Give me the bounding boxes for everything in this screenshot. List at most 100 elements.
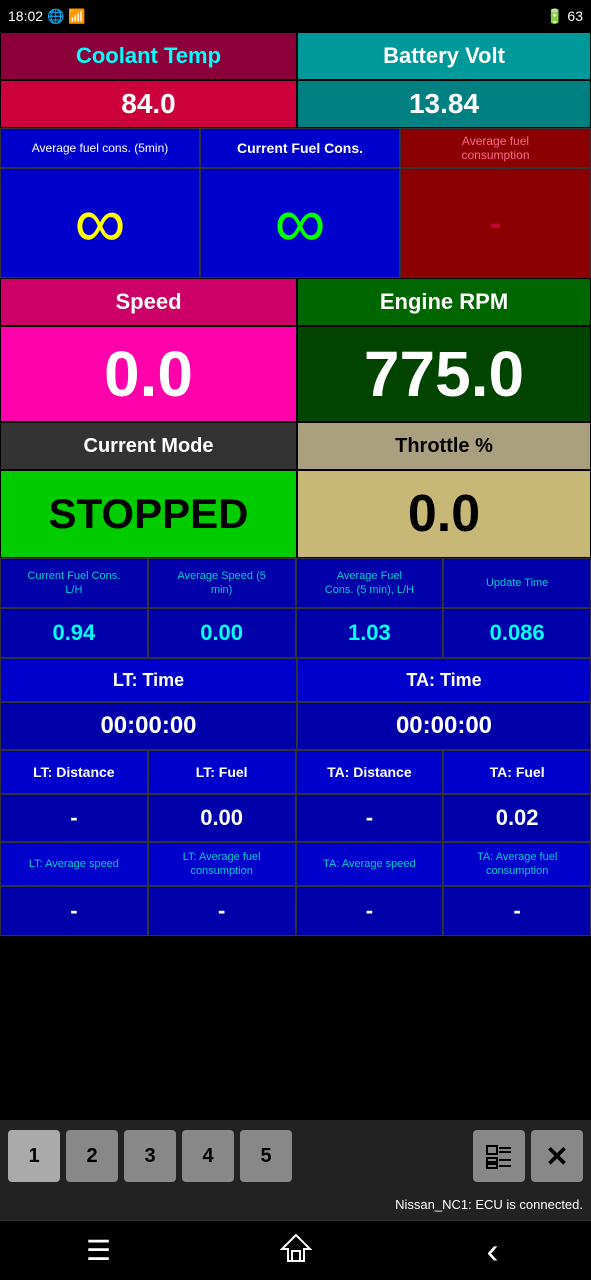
- nav-menu-button[interactable]: ☰: [69, 1229, 129, 1273]
- nav-home-button[interactable]: [266, 1229, 326, 1273]
- back-icon: ‹: [487, 1230, 499, 1272]
- nav-bar: ☰ ‹: [0, 1220, 591, 1280]
- menu-icon: ☰: [86, 1234, 111, 1267]
- avg-bottom-label-text-1: LT: Average fuelconsumption: [183, 850, 261, 879]
- close-button[interactable]: ✕: [531, 1130, 583, 1182]
- stat-value-3: 0.086: [490, 620, 545, 646]
- coolant-temp-label-cell: Coolant Temp: [0, 32, 297, 80]
- df-value-3: 0.02: [496, 805, 539, 831]
- avg-bottom-label-0: LT: Average speed: [0, 842, 148, 886]
- df-label-text-2: TA: Distance: [327, 764, 412, 780]
- nav-back-button[interactable]: ‹: [463, 1229, 523, 1273]
- mode-val-cell: STOPPED: [0, 470, 297, 558]
- stat-val-3: 0.086: [443, 608, 591, 658]
- status-left: 18:02 🌐 📶: [8, 8, 86, 25]
- df-val-2: -: [296, 794, 444, 842]
- ta-time-value: 00:00:00: [396, 712, 492, 740]
- home-icon: [280, 1231, 312, 1270]
- ta-time-label-cell: TA: Time: [297, 658, 591, 702]
- stat-label-text-0: Current Fuel Cons.L/H: [27, 569, 120, 598]
- coolant-temp-value: 84.0: [121, 88, 176, 120]
- page-btn-3[interactable]: 3: [124, 1130, 176, 1182]
- page-btn-2[interactable]: 2: [66, 1130, 118, 1182]
- battery-volt-value-cell: 13.84: [297, 80, 591, 128]
- throttle-label: Throttle %: [395, 435, 493, 458]
- speed-value: 0.0: [104, 337, 193, 411]
- lt-ta-values-row: 00:00:00 00:00:00: [0, 702, 591, 750]
- stat-value-1: 0.00: [200, 620, 243, 646]
- stat-value-2: 1.03: [348, 620, 391, 646]
- page-buttons: 1 2 3 4 5: [8, 1130, 292, 1182]
- speed-val-cell: 0.0: [0, 326, 297, 422]
- speed-label: Speed: [115, 289, 181, 315]
- avg-fuel2-value: -: [490, 202, 502, 244]
- stats-labels-row: Current Fuel Cons.L/H Average Speed (5mi…: [0, 558, 591, 608]
- stat-label-2: Average FuelCons. (5 min), L/H: [296, 558, 444, 608]
- stat-val-0: 0.94: [0, 608, 148, 658]
- stat-label-1: Average Speed (5min): [148, 558, 296, 608]
- avg-fuel-label-cell: Average fuel cons. (5min): [0, 128, 200, 168]
- avg-bottom-label-text-0: LT: Average speed: [29, 857, 119, 871]
- page-btn-1[interactable]: 1: [8, 1130, 60, 1182]
- stat-label-0: Current Fuel Cons.L/H: [0, 558, 148, 608]
- battery-icon: 🔋: [546, 8, 563, 25]
- fuel-values-row: ∞ ∞ -: [0, 168, 591, 278]
- stat-val-2: 1.03: [296, 608, 444, 658]
- status-message-text: Nissan_NC1: ECU is connected.: [395, 1197, 583, 1212]
- rpm-value: 775.0: [364, 337, 524, 411]
- avg-bottom-val-1: -: [148, 886, 296, 936]
- avg-fuel-label: Average fuel cons. (5min): [32, 141, 169, 155]
- list-icon-button[interactable]: [473, 1130, 525, 1182]
- df-val-3: 0.02: [443, 794, 591, 842]
- avg-bottom-val-3: -: [443, 886, 591, 936]
- curr-fuel-val-cell: ∞: [200, 168, 400, 278]
- throttle-label-cell: Throttle %: [297, 422, 591, 470]
- status-time: 18:02: [8, 8, 43, 24]
- lt-time-label-cell: LT: Time: [0, 658, 297, 702]
- battery-volt-label-cell: Battery Volt: [297, 32, 591, 80]
- mode-value: STOPPED: [49, 490, 249, 538]
- rpm-val-cell: 775.0: [297, 326, 591, 422]
- mode-label: Current Mode: [84, 435, 214, 458]
- avg-bottom-label-2: TA: Average speed: [296, 842, 444, 886]
- status-bar: 18:02 🌐 📶 🔋 63: [0, 0, 591, 32]
- avg-bottom-val-0: -: [0, 886, 148, 936]
- df-label-0: LT: Distance: [0, 750, 148, 794]
- df-val-1: 0.00: [148, 794, 296, 842]
- battery-volt-label: Battery Volt: [383, 43, 505, 69]
- df-value-2: -: [366, 805, 373, 831]
- coolant-temp-label: Coolant Temp: [76, 43, 221, 69]
- page-btn-4[interactable]: 4: [182, 1130, 234, 1182]
- bottom-bar: 1 2 3 4 5 ✕: [0, 1120, 591, 1192]
- battery-percent: 63: [567, 8, 583, 24]
- avg-bottom-value-1: -: [218, 898, 225, 924]
- avg-bottom-value-0: -: [70, 898, 77, 924]
- stat-label-text-2: Average FuelCons. (5 min), L/H: [325, 569, 414, 598]
- avg-bottom-label-3: TA: Average fuelconsumption: [443, 842, 591, 886]
- top-labels-row: Coolant Temp Battery Volt: [0, 32, 591, 80]
- avg-bottom-value-3: -: [513, 898, 520, 924]
- avg-bottom-label-text-2: TA: Average speed: [323, 857, 416, 871]
- stat-value-0: 0.94: [52, 620, 95, 646]
- avg-bottom-label-text-3: TA: Average fuelconsumption: [477, 850, 557, 879]
- page-btn-5[interactable]: 5: [240, 1130, 292, 1182]
- df-label-text-3: TA: Fuel: [490, 764, 545, 780]
- throttle-val-cell: 0.0: [297, 470, 591, 558]
- top-values-row: 84.0 13.84: [0, 80, 591, 128]
- coolant-temp-value-cell: 84.0: [0, 80, 297, 128]
- mode-throttle-labels-row: Current Mode Throttle %: [0, 422, 591, 470]
- mode-throttle-values-row: STOPPED 0.0: [0, 470, 591, 558]
- dist-fuel-labels-row: LT: Distance LT: Fuel TA: Distance TA: F…: [0, 750, 591, 794]
- stat-label-text-3: Update Time: [486, 576, 548, 590]
- df-label-2: TA: Distance: [296, 750, 444, 794]
- stat-label-text-1: Average Speed (5min): [177, 569, 265, 598]
- battery-volt-value: 13.84: [409, 88, 479, 120]
- main-content: Coolant Temp Battery Volt 84.0 13.84 Ave…: [0, 32, 591, 1120]
- avg-fuel-label2-cell: Average fuelconsumption: [400, 128, 591, 168]
- speed-rpm-labels-row: Speed Engine RPM: [0, 278, 591, 326]
- df-value-0: -: [70, 805, 77, 831]
- avg-bottom-label-1: LT: Average fuelconsumption: [148, 842, 296, 886]
- df-label-text-0: LT: Distance: [33, 764, 114, 780]
- df-label-text-1: LT: Fuel: [196, 764, 248, 780]
- avg-bottom-value-2: -: [366, 898, 373, 924]
